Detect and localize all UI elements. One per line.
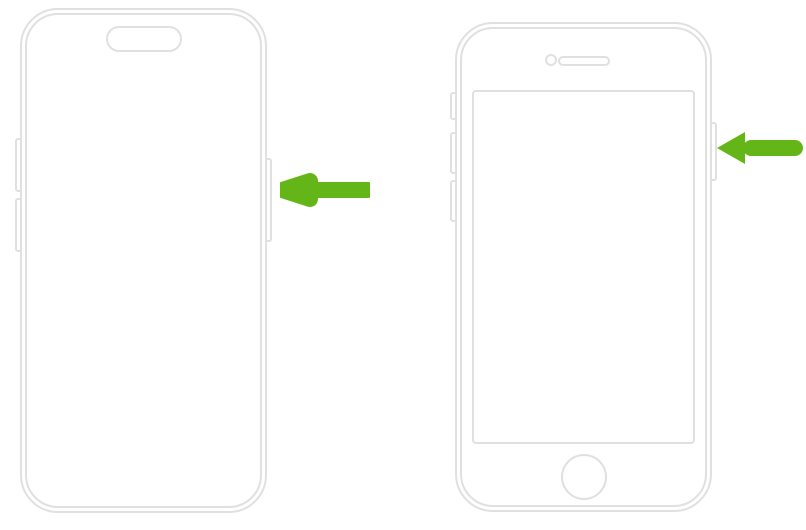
home-button-iphone-home-button bbox=[561, 454, 607, 500]
diagram-stage bbox=[0, 0, 806, 530]
home-button-iphone-earpiece bbox=[558, 56, 610, 66]
home-button-iphone-screen bbox=[472, 90, 695, 444]
home-button-iphone-front-camera bbox=[545, 54, 557, 66]
home-button-iphone bbox=[455, 22, 712, 512]
arrow-left-icon bbox=[715, 128, 805, 168]
faceid-iphone-dynamic-island bbox=[106, 26, 182, 52]
arrow-left-icon bbox=[280, 170, 370, 210]
arrow-to-faceid-side-button bbox=[280, 170, 370, 210]
arrow-to-home-button-side-button bbox=[715, 128, 805, 168]
faceid-iphone bbox=[20, 8, 267, 513]
faceid-iphone-inner-frame bbox=[25, 13, 262, 508]
